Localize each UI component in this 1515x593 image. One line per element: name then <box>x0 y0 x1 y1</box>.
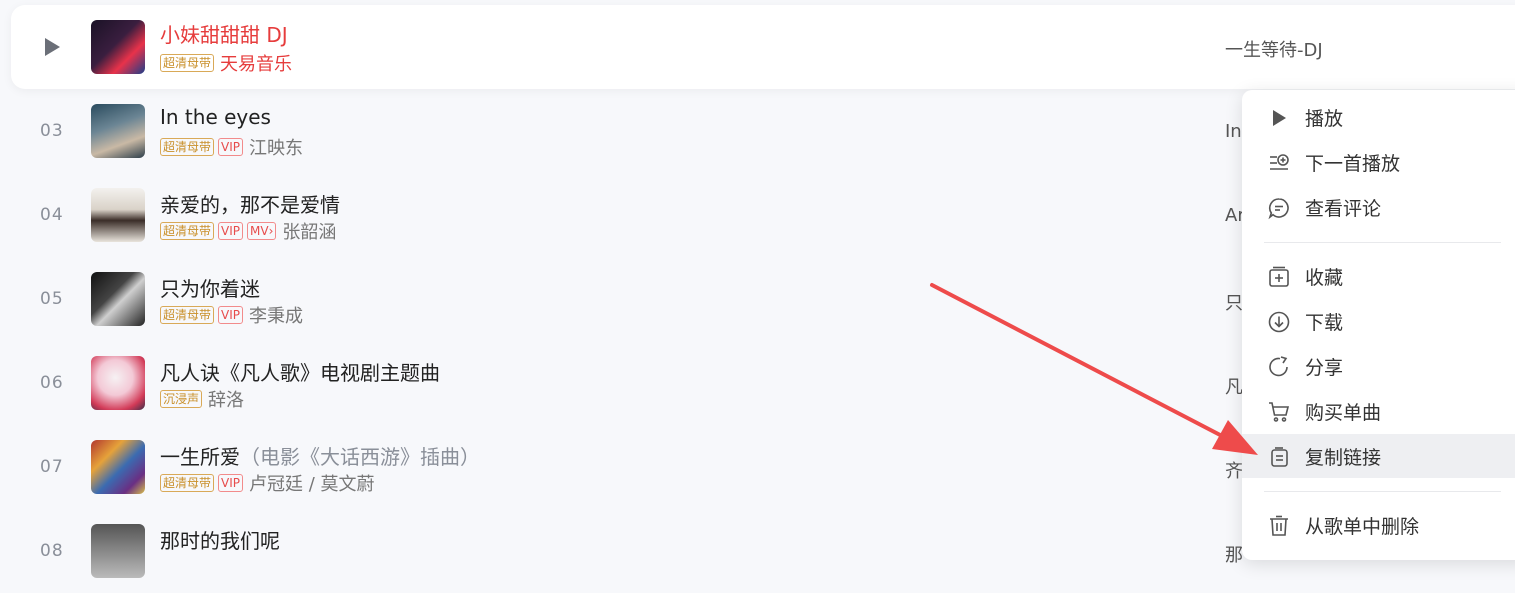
song-album[interactable]: 只 <box>1225 289 1243 315</box>
menu-item-copy-link[interactable]: 复制链接 <box>1242 434 1515 478</box>
context-menu: 播放 下一首播放 查看评论 收藏 下载 分享 购买单曲 复制链接 从歌单中删除 <box>1242 90 1515 560</box>
quality-tag: 超清母带 <box>160 138 215 156</box>
play-icon[interactable] <box>41 36 63 58</box>
menu-item-label: 分享 <box>1305 356 1344 379</box>
menu-item-comments[interactable]: 查看评论 <box>1242 185 1515 229</box>
trash-icon <box>1270 515 1288 536</box>
track-number: 04 <box>40 205 64 225</box>
menu-item-label: 播放 <box>1305 107 1344 130</box>
menu-divider <box>1264 242 1501 243</box>
song-album[interactable]: 齐 <box>1225 457 1243 483</box>
menu-item-label: 下一首播放 <box>1305 152 1401 175</box>
album-cover <box>91 440 145 494</box>
song-artist[interactable]: 卢冠廷 / 莫文蔚 <box>249 470 375 496</box>
track-number: 08 <box>40 541 64 561</box>
album-cover <box>91 524 145 578</box>
quality-tag: 超清母带 <box>160 306 215 324</box>
song-artist[interactable]: 天易音乐 <box>220 50 292 76</box>
add-to-collection-icon <box>1269 266 1289 287</box>
immersive-tag: 沉浸声 <box>160 390 203 408</box>
song-artist[interactable]: 辞洛 <box>208 386 244 412</box>
song-artist[interactable]: 江映东 <box>249 134 303 160</box>
song-album[interactable]: 一生等待-DJ <box>1225 36 1323 62</box>
track-number: 06 <box>40 373 64 393</box>
song-row-active[interactable]: 小妹甜甜甜 DJ 超清母带 天易音乐 一生等待-DJ <box>11 5 1515 89</box>
track-number: 07 <box>40 457 64 477</box>
song-artist[interactable]: 李秉成 <box>249 302 303 328</box>
comment-icon <box>1268 198 1289 220</box>
quality-tag: 超清母带 <box>160 54 215 72</box>
song-title[interactable]: 那时的我们呢 <box>160 525 280 554</box>
download-icon <box>1268 311 1290 333</box>
song-title[interactable]: 一生所爱（电影《大话西游》插曲） <box>160 441 480 470</box>
song-meta: 沉浸声 辞洛 <box>160 386 244 412</box>
menu-item-download[interactable]: 下载 <box>1242 299 1515 343</box>
album-cover <box>91 20 145 74</box>
vip-tag: VIP <box>218 138 243 156</box>
song-album[interactable]: In <box>1225 121 1242 142</box>
menu-item-label: 购买单曲 <box>1305 401 1382 424</box>
song-album[interactable]: 那 <box>1225 541 1243 567</box>
menu-item-buy[interactable]: 购买单曲 <box>1242 389 1515 433</box>
vip-tag: VIP <box>218 306 243 324</box>
song-title[interactable]: 只为你着迷 <box>160 273 260 302</box>
menu-item-remove-from-playlist[interactable]: 从歌单中删除 <box>1242 503 1515 547</box>
song-album[interactable]: 凡 <box>1225 373 1243 399</box>
share-icon <box>1269 356 1288 377</box>
menu-item-play[interactable]: 播放 <box>1242 95 1515 139</box>
menu-item-share[interactable]: 分享 <box>1242 344 1515 388</box>
song-meta: 超清母带 VIP 江映东 <box>160 134 303 160</box>
song-title[interactable]: In the eyes <box>160 105 271 129</box>
track-number: 03 <box>40 121 64 141</box>
menu-item-label: 收藏 <box>1305 266 1344 289</box>
menu-item-label: 复制链接 <box>1305 446 1382 469</box>
play-next-icon <box>1270 154 1289 170</box>
song-title-sub: （电影《大话西游》插曲） <box>240 445 480 469</box>
mv-label: MV <box>250 224 269 238</box>
song-meta: 超清母带 VIP 李秉成 <box>160 302 303 328</box>
album-cover <box>91 188 145 242</box>
song-title[interactable]: 亲爱的，那不是爱情 <box>160 189 340 218</box>
menu-item-play-next[interactable]: 下一首播放 <box>1242 140 1515 184</box>
menu-item-collect[interactable]: 收藏 <box>1242 254 1515 298</box>
song-meta: 超清母带 天易音乐 <box>160 50 292 76</box>
cart-icon <box>1269 402 1290 422</box>
track-number: 05 <box>40 289 64 309</box>
menu-divider <box>1264 491 1501 492</box>
menu-item-label: 下载 <box>1305 311 1344 334</box>
vip-tag: VIP <box>218 474 243 492</box>
quality-tag: 超清母带 <box>160 474 215 492</box>
song-title[interactable]: 小妹甜甜甜 DJ <box>160 19 288 48</box>
vip-tag: VIP <box>218 222 243 240</box>
album-cover <box>91 272 145 326</box>
chevron-right-icon: › <box>268 224 274 238</box>
play-icon <box>1273 110 1286 126</box>
song-artist[interactable]: 张韶涵 <box>282 218 336 244</box>
mv-tag[interactable]: MV› <box>247 222 277 240</box>
album-cover <box>91 356 145 410</box>
menu-item-label: 查看评论 <box>1305 197 1382 220</box>
album-cover <box>91 104 145 158</box>
song-title[interactable]: 凡人诀《凡人歌》电视剧主题曲 <box>160 357 440 386</box>
menu-item-label: 从歌单中删除 <box>1305 515 1420 538</box>
song-meta: 超清母带 VIP 卢冠廷 / 莫文蔚 <box>160 470 375 496</box>
quality-tag: 超清母带 <box>160 222 215 240</box>
song-meta: 超清母带 VIP MV› 张韶涵 <box>160 218 336 244</box>
song-title-main: 一生所爱 <box>160 445 240 469</box>
copy-link-icon <box>1271 447 1288 467</box>
